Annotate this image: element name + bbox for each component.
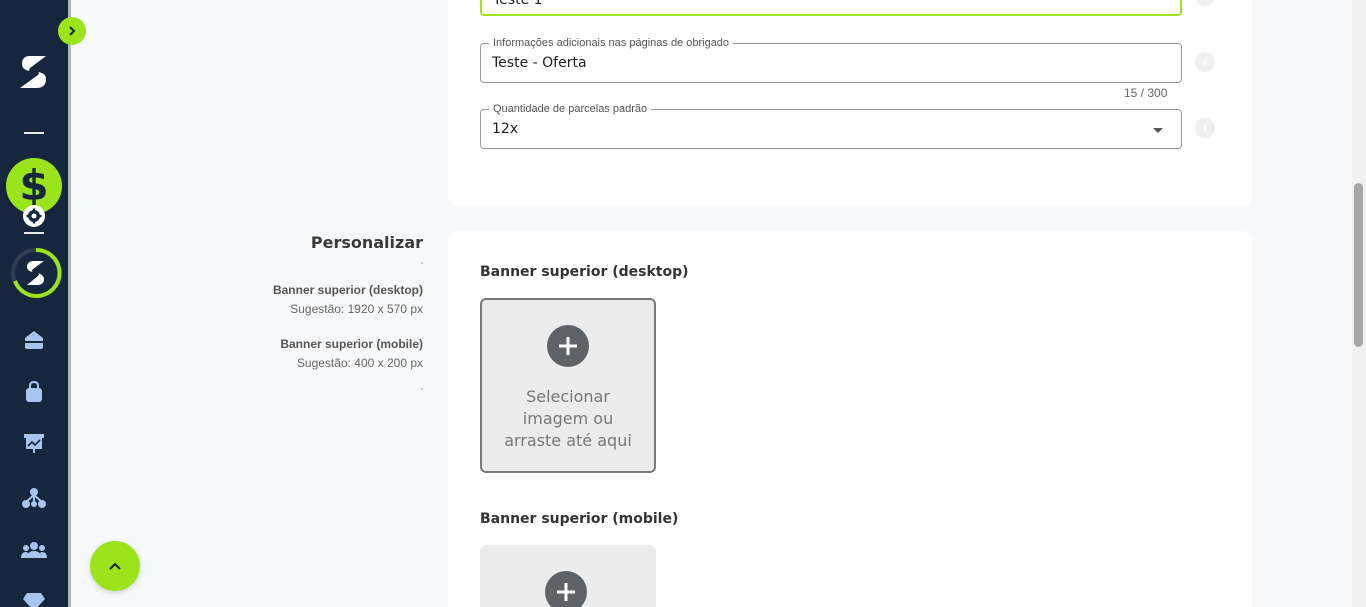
- additional-info-label: Informações adicionais nas páginas de ob…: [489, 36, 734, 50]
- banner-desktop-title: Banner superior (desktop): [480, 264, 689, 280]
- installments-select[interactable]: Quantidade de parcelas padrão 12x: [480, 102, 1182, 149]
- info-icon[interactable]: i: [1195, 118, 1215, 138]
- offer-name-field[interactable]: Teste 1: [480, 0, 1182, 16]
- offer-name-value: Teste 1: [493, 0, 543, 8]
- chart-board-icon[interactable]: [19, 430, 49, 456]
- banner-desktop-dropzone[interactable]: Selecionar imagem ou arraste até aqui: [480, 298, 656, 473]
- additional-info-field[interactable]: Informações adicionais nas páginas de ob…: [480, 36, 1182, 83]
- users-icon[interactable]: [19, 537, 49, 563]
- installments-value: 12x: [492, 121, 519, 137]
- platform-logo-icon[interactable]: [10, 247, 62, 299]
- hint-suggestion: Sugestão: 400 x 200 px: [296, 356, 423, 370]
- network-icon[interactable]: [19, 485, 49, 511]
- diamond-icon[interactable]: [19, 589, 49, 607]
- additional-info-value: Teste - Oferta: [492, 55, 587, 71]
- hint-title: Banner superior (desktop): [272, 283, 423, 297]
- info-icon[interactable]: i: [1195, 52, 1215, 72]
- tick-mark: `: [420, 386, 424, 400]
- banner-mobile-dropzone[interactable]: [480, 545, 656, 607]
- sidebar-divider: [24, 132, 44, 134]
- section-title: Personalizar: [310, 233, 423, 252]
- plus-icon: [545, 571, 587, 607]
- scroll-to-top-button[interactable]: [90, 541, 140, 591]
- dropdown-arrow-icon: [1153, 128, 1163, 133]
- chevron-right-icon: [69, 26, 76, 36]
- bag-icon[interactable]: [19, 379, 49, 405]
- hint-title: Banner superior (mobile): [280, 337, 423, 351]
- sidebar-divider: [24, 232, 44, 234]
- home-icon[interactable]: [19, 327, 49, 353]
- dropzone-text: Selecionar imagem ou arraste até aqui: [504, 387, 632, 450]
- plus-icon: [547, 325, 589, 367]
- scrollbar-thumb[interactable]: [1354, 183, 1363, 347]
- installments-label: Quantidade de parcelas padrão: [489, 102, 652, 116]
- sidebar-border: [68, 0, 71, 607]
- tick-mark: `: [420, 260, 424, 274]
- chevron-up-icon: [109, 562, 121, 570]
- hint-suggestion: Sugestão: 1920 x 570 px: [290, 302, 423, 316]
- app-logo[interactable]: [16, 52, 52, 92]
- banner-mobile-title: Banner superior (mobile): [480, 511, 679, 527]
- expand-sidebar-button[interactable]: [58, 17, 86, 45]
- char-counter: 15 / 300: [1124, 86, 1168, 100]
- gear-icon[interactable]: [23, 205, 45, 227]
- dollar-icon: $: [19, 161, 49, 210]
- sidebar: $: [0, 0, 68, 607]
